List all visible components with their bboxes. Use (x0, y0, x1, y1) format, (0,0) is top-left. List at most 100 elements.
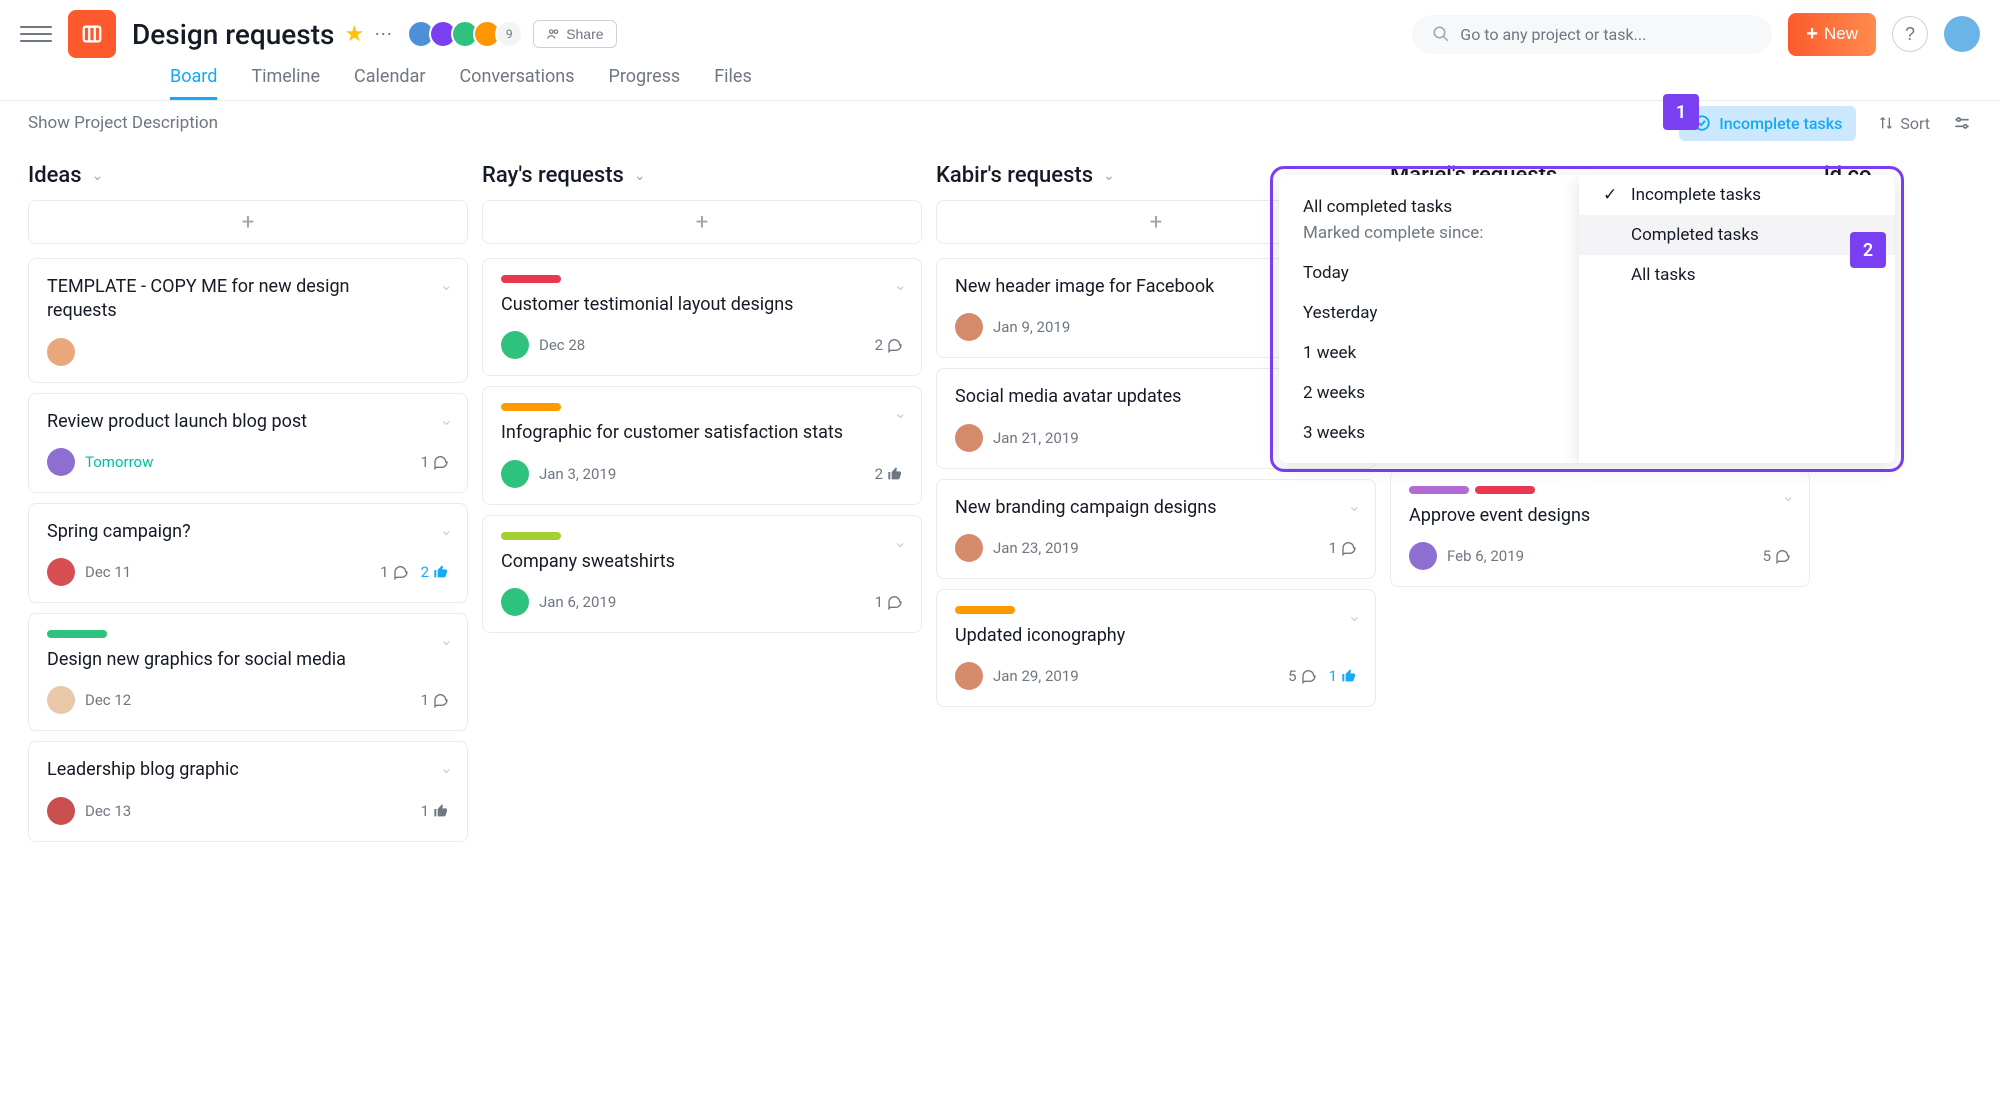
assignee-avatar[interactable] (47, 338, 75, 366)
chevron-down-icon[interactable]: ⌄ (440, 630, 453, 649)
assignee-avatar[interactable] (955, 662, 983, 690)
due-date: Dec 28 (539, 336, 585, 354)
comment-count[interactable]: 1 (1329, 539, 1357, 557)
task-card[interactable]: Infographic for customer satisfaction st… (482, 386, 922, 504)
sort-control[interactable]: Sort (1878, 114, 1930, 133)
project-tabs: Board Timeline Calendar Conversations Progre… (0, 58, 2000, 101)
chevron-down-icon[interactable]: ⌄ (440, 410, 453, 429)
chevron-down-icon[interactable]: ⌄ (1782, 486, 1795, 505)
card-title: Design new graphics for social media (47, 648, 449, 672)
tab-conversations[interactable]: Conversations (459, 66, 574, 100)
menu-hamburger[interactable] (20, 18, 52, 50)
comment-count[interactable]: 1 (380, 563, 408, 581)
dd-item-incomplete-tasks[interactable]: ✓Incomplete tasks (1579, 175, 1895, 215)
due-date: Feb 6, 2019 (1447, 547, 1524, 565)
task-card[interactable]: Review product launch blog post⌄Tomorrow… (28, 393, 468, 493)
like-count[interactable]: 1 (421, 802, 449, 820)
assignee-avatar[interactable] (501, 331, 529, 359)
card-title: TEMPLATE - COPY ME for new design reques… (47, 275, 449, 324)
more-menu-icon[interactable]: ⋯ (374, 24, 393, 45)
task-card[interactable]: Company sweatshirts⌄Jan 6, 20191 (482, 515, 922, 633)
comment-count[interactable]: 1 (875, 593, 903, 611)
tag-pill (1409, 486, 1469, 494)
task-card[interactable]: Approve event designs⌄Feb 6, 20195 (1390, 469, 1810, 587)
help-button[interactable]: ? (1892, 16, 1928, 52)
new-button[interactable]: + New (1788, 13, 1876, 56)
dd-heading-all-completed[interactable]: All completed tasks (1279, 193, 1579, 223)
column-header[interactable]: Ray's requests ⌄ (482, 157, 922, 200)
chevron-down-icon[interactable]: ⌄ (1348, 496, 1361, 515)
task-card[interactable]: Spring campaign?⌄Dec 111 2 (28, 503, 468, 603)
comment-count[interactable]: 1 (421, 453, 449, 471)
dd-item-all-tasks[interactable]: All tasks (1579, 255, 1895, 295)
user-avatar[interactable] (1944, 16, 1980, 52)
member-avatars[interactable]: 9 (413, 20, 523, 48)
column-header[interactable]: Ideas ⌄ (28, 157, 468, 200)
assignee-avatar[interactable] (47, 448, 75, 476)
tab-files[interactable]: Files (714, 66, 752, 100)
dd-item-today[interactable]: Today (1279, 253, 1579, 293)
task-card[interactable]: New branding campaign designs⌄Jan 23, 20… (936, 479, 1376, 579)
star-icon[interactable]: ★ (344, 22, 364, 47)
assignee-avatar[interactable] (501, 588, 529, 616)
chevron-down-icon[interactable]: ⌄ (440, 758, 453, 777)
assignee-avatar[interactable] (47, 558, 75, 586)
avatar-overflow[interactable]: 9 (495, 20, 523, 48)
chevron-down-icon[interactable]: ⌄ (440, 520, 453, 539)
task-filter-menu: ✓Incomplete tasksCompleted tasksAll task… (1579, 175, 1895, 463)
card-title: Leadership blog graphic (47, 758, 449, 782)
assignee-avatar[interactable] (501, 460, 529, 488)
check-icon: ✓ (1603, 185, 1621, 205)
share-button[interactable]: Share (533, 20, 616, 48)
filter-pill-incomplete[interactable]: Incomplete tasks (1679, 106, 1856, 141)
tab-progress[interactable]: Progress (608, 66, 680, 100)
add-card-button[interactable]: + (28, 200, 468, 244)
comment-count[interactable]: 1 (421, 691, 449, 709)
tab-timeline[interactable]: Timeline (251, 66, 320, 100)
tag-pill (501, 532, 561, 540)
like-count[interactable]: 2 (421, 563, 449, 581)
assignee-avatar[interactable] (1409, 542, 1437, 570)
dd-item-3-weeks[interactable]: 3 weeks (1279, 413, 1579, 453)
project-title: Design requests (132, 18, 334, 51)
tag-pill (47, 630, 107, 638)
dd-item-2-weeks[interactable]: 2 weeks (1279, 373, 1579, 413)
comment-count[interactable]: 5 (1288, 667, 1316, 685)
dd-item-1-week[interactable]: 1 week (1279, 333, 1579, 373)
task-card[interactable]: TEMPLATE - COPY ME for new design reques… (28, 258, 468, 383)
column-title: Kabir's requests (936, 163, 1093, 188)
assignee-avatar[interactable] (47, 686, 75, 714)
show-description-link[interactable]: Show Project Description (28, 113, 218, 133)
assignee-avatar[interactable] (955, 424, 983, 452)
annotation-badge-2: 2 (1850, 232, 1886, 268)
task-card[interactable]: Updated iconography⌄Jan 29, 20195 1 (936, 589, 1376, 707)
filter-dropdown-annotation: All completed tasks Marked complete sinc… (1270, 166, 1904, 472)
like-count[interactable]: 1 (1329, 667, 1357, 685)
like-count[interactable]: 2 (875, 465, 903, 483)
tab-calendar[interactable]: Calendar (354, 66, 425, 100)
task-card[interactable]: Leadership blog graphic⌄Dec 131 (28, 741, 468, 841)
chevron-down-icon[interactable]: ⌄ (894, 403, 907, 422)
settings-sliders-icon[interactable] (1952, 113, 1972, 133)
due-date: Jan 23, 2019 (993, 539, 1079, 557)
chevron-down-icon[interactable]: ⌄ (440, 275, 453, 294)
comment-count[interactable]: 2 (875, 336, 903, 354)
chevron-down-icon[interactable]: ⌄ (894, 532, 907, 551)
assignee-avatar[interactable] (955, 534, 983, 562)
card-title: Review product launch blog post (47, 410, 449, 434)
comment-count[interactable]: 5 (1763, 547, 1791, 565)
add-card-button[interactable]: + (482, 200, 922, 244)
task-card[interactable]: Design new graphics for social media⌄Dec… (28, 613, 468, 731)
sort-icon (1878, 115, 1894, 131)
search-input[interactable]: Go to any project or task... (1412, 15, 1772, 54)
card-title: Company sweatshirts (501, 550, 903, 574)
column-title: Ray's requests (482, 163, 624, 188)
chevron-down-icon[interactable]: ⌄ (894, 275, 907, 294)
tab-board[interactable]: Board (170, 66, 217, 100)
dd-item-yesterday[interactable]: Yesterday (1279, 293, 1579, 333)
chevron-down-icon[interactable]: ⌄ (1348, 606, 1361, 625)
assignee-avatar[interactable] (47, 797, 75, 825)
task-card[interactable]: Customer testimonial layout designs⌄Dec … (482, 258, 922, 376)
dd-item-completed-tasks[interactable]: Completed tasks (1579, 215, 1895, 255)
assignee-avatar[interactable] (955, 313, 983, 341)
